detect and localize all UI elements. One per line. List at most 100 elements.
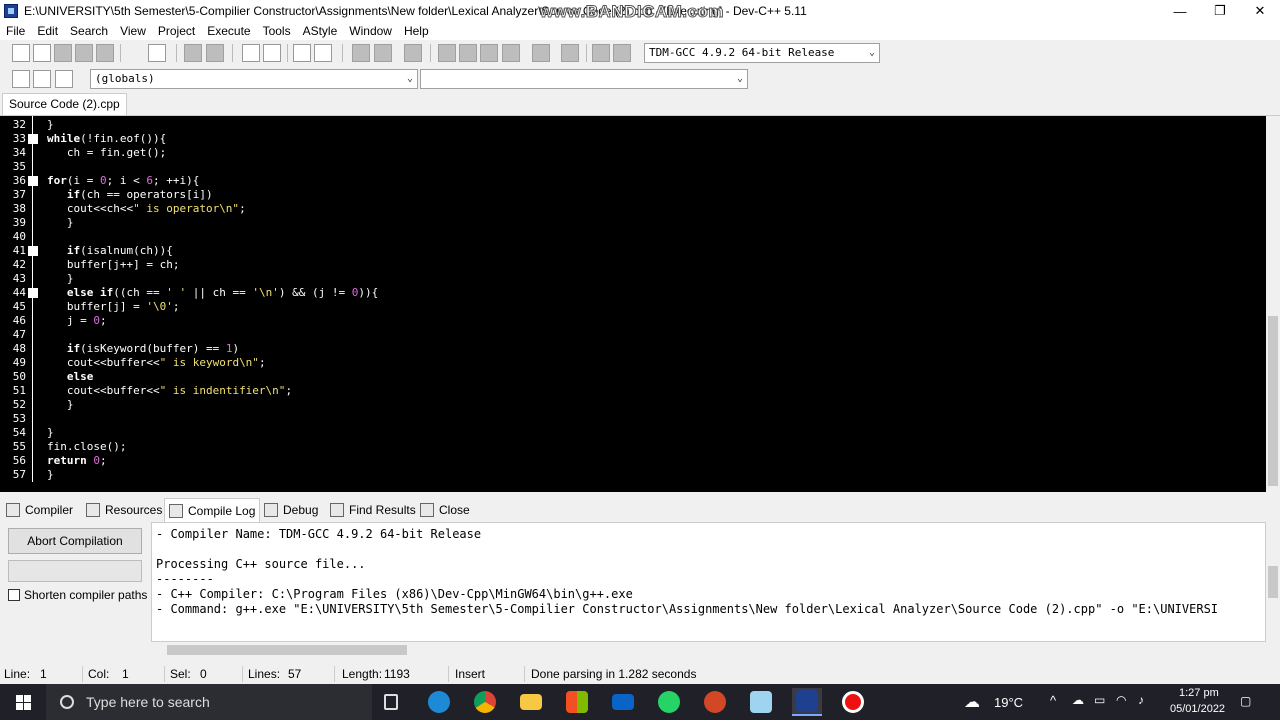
code-line[interactable]: 42 buffer[j++] = ch; bbox=[0, 258, 1266, 272]
menu-astyle[interactable]: AStyle bbox=[297, 22, 344, 40]
save-icon[interactable] bbox=[54, 44, 72, 62]
show-hidden-icons-icon[interactable]: ^ bbox=[1050, 693, 1056, 708]
minimize-button[interactable]: — bbox=[1160, 0, 1200, 22]
shorten-paths-option[interactable]: Shorten compiler paths bbox=[8, 588, 147, 602]
menu-file[interactable]: File bbox=[0, 22, 31, 40]
fold-marker-icon[interactable] bbox=[28, 288, 38, 298]
code-line[interactable]: 41 if(isalnum(ch)){ bbox=[0, 244, 1266, 258]
unindent-icon[interactable] bbox=[374, 44, 392, 62]
find-icon[interactable] bbox=[242, 44, 260, 62]
compiler-select[interactable]: TDM-GCC 4.9.2 64-bit Release ⌄ bbox=[644, 43, 880, 63]
replace-icon[interactable] bbox=[263, 44, 281, 62]
log-horizontal-scrollbar[interactable] bbox=[151, 642, 1266, 658]
code-line[interactable]: 32} bbox=[0, 118, 1266, 132]
tab-debug[interactable]: Debug bbox=[264, 498, 318, 522]
code-line[interactable]: 40 bbox=[0, 230, 1266, 244]
log-vertical-scrollbar[interactable] bbox=[1266, 522, 1280, 642]
start-button[interactable] bbox=[0, 684, 46, 720]
profile-icon[interactable] bbox=[592, 44, 610, 62]
code-line[interactable]: 38 cout<<ch<<" is operator\n"; bbox=[0, 202, 1266, 216]
notifications-icon[interactable]: ▢ bbox=[1240, 694, 1251, 708]
editor-vertical-scrollbar[interactable] bbox=[1266, 116, 1280, 492]
chrome-icon[interactable] bbox=[470, 688, 500, 716]
tab-close[interactable]: Close bbox=[420, 498, 470, 522]
bandicam-icon[interactable] bbox=[838, 688, 868, 716]
rebuild-icon[interactable] bbox=[502, 44, 520, 62]
powerpoint-icon[interactable] bbox=[700, 688, 730, 716]
code-line[interactable]: 34 ch = fin.get(); bbox=[0, 146, 1266, 160]
menu-search[interactable]: Search bbox=[64, 22, 114, 40]
add-to-project-icon[interactable] bbox=[33, 70, 51, 88]
task-view-icon[interactable] bbox=[376, 688, 406, 716]
fold-marker-icon[interactable] bbox=[28, 134, 38, 144]
goto-line-icon[interactable] bbox=[293, 44, 311, 62]
code-line[interactable]: 56 return 0; bbox=[0, 454, 1266, 468]
redo-icon[interactable] bbox=[206, 44, 224, 62]
member-select[interactable]: ⌄ bbox=[420, 69, 748, 89]
code-line[interactable]: 36 for(i = 0; i < 6; ++i){ bbox=[0, 174, 1266, 188]
code-line[interactable]: 37 if(ch == operators[i]) bbox=[0, 188, 1266, 202]
remove-from-project-icon[interactable] bbox=[55, 70, 73, 88]
menu-help[interactable]: Help bbox=[398, 22, 435, 40]
new-project-icon[interactable] bbox=[12, 70, 30, 88]
onedrive-icon[interactable]: ☁ bbox=[1072, 693, 1084, 707]
mail-icon[interactable] bbox=[608, 688, 638, 716]
editor-scroll-thumb[interactable] bbox=[1268, 316, 1278, 486]
open-file-icon[interactable] bbox=[33, 44, 51, 62]
whatsapp-icon[interactable] bbox=[654, 688, 684, 716]
toggle-comment-icon[interactable] bbox=[404, 44, 422, 62]
code-line[interactable]: 33 while(!fin.eof()){ bbox=[0, 132, 1266, 146]
print-icon[interactable] bbox=[148, 44, 166, 62]
tab-find-results[interactable]: Find Results bbox=[330, 498, 416, 522]
stop-execution-icon[interactable] bbox=[561, 44, 579, 62]
undo-icon[interactable] bbox=[184, 44, 202, 62]
microsoft-store-icon[interactable] bbox=[562, 688, 592, 716]
tab-resources[interactable]: Resources bbox=[86, 498, 162, 522]
debug-icon[interactable] bbox=[613, 44, 631, 62]
compile-log-output[interactable]: - Compiler Name: TDM-GCC 4.9.2 64-bit Re… bbox=[151, 522, 1266, 642]
code-line[interactable]: 48 if(isKeyword(buffer) == 1) bbox=[0, 342, 1266, 356]
fold-marker-icon[interactable] bbox=[28, 176, 38, 186]
code-line[interactable]: 47 bbox=[0, 328, 1266, 342]
menu-tools[interactable]: Tools bbox=[257, 22, 297, 40]
abort-compilation-button[interactable]: Abort Compilation bbox=[8, 528, 142, 554]
compile-icon[interactable] bbox=[438, 44, 456, 62]
close-window-button[interactable]: ✕ bbox=[1240, 0, 1280, 22]
close-file-icon[interactable] bbox=[96, 44, 114, 62]
code-line[interactable]: 45 buffer[j] = '\0'; bbox=[0, 300, 1266, 314]
tab-compiler[interactable]: Compiler bbox=[6, 498, 73, 522]
edge-icon[interactable] bbox=[424, 688, 454, 716]
code-line[interactable]: 53 bbox=[0, 412, 1266, 426]
volume-icon[interactable]: ♪ bbox=[1138, 693, 1144, 707]
fold-marker-icon[interactable] bbox=[28, 246, 38, 256]
shorten-paths-checkbox[interactable] bbox=[8, 589, 20, 601]
maximize-button[interactable]: ❐ bbox=[1200, 0, 1240, 22]
indent-icon[interactable] bbox=[352, 44, 370, 62]
menu-view[interactable]: View bbox=[114, 22, 152, 40]
code-line[interactable]: 39 } bbox=[0, 216, 1266, 230]
log-scroll-thumb[interactable] bbox=[1268, 566, 1278, 598]
tab-compile-log[interactable]: Compile Log bbox=[164, 498, 261, 522]
menu-window[interactable]: Window bbox=[343, 22, 398, 40]
code-line[interactable]: 54} bbox=[0, 426, 1266, 440]
save-all-icon[interactable] bbox=[75, 44, 93, 62]
menu-edit[interactable]: Edit bbox=[31, 22, 64, 40]
clock-date[interactable]: 05/01/2022 bbox=[1170, 703, 1225, 715]
dev-cpp-taskbar-icon[interactable] bbox=[792, 688, 822, 716]
code-line[interactable]: 55 fin.close(); bbox=[0, 440, 1266, 454]
code-line[interactable]: 43 } bbox=[0, 272, 1266, 286]
log-hscroll-thumb[interactable] bbox=[167, 645, 407, 655]
code-line[interactable]: 50 else bbox=[0, 370, 1266, 384]
code-line[interactable]: 51 cout<<buffer<<" is indentifier\n"; bbox=[0, 384, 1266, 398]
code-editor[interactable]: 32} 33 while(!fin.eof()){34 ch = fin.get()… bbox=[0, 116, 1266, 492]
code-line[interactable]: 57} bbox=[0, 468, 1266, 482]
clock-time[interactable]: 1:27 pm bbox=[1179, 687, 1219, 699]
notepad-icon[interactable] bbox=[746, 688, 776, 716]
code-line[interactable]: 49 cout<<buffer<<" is keyword\n"; bbox=[0, 356, 1266, 370]
class-browser-icon[interactable] bbox=[314, 44, 332, 62]
code-line[interactable]: 46 j = 0; bbox=[0, 314, 1266, 328]
menu-project[interactable]: Project bbox=[152, 22, 201, 40]
menu-execute[interactable]: Execute bbox=[201, 22, 256, 40]
file-explorer-icon[interactable] bbox=[516, 688, 546, 716]
new-file-icon[interactable] bbox=[12, 44, 30, 62]
